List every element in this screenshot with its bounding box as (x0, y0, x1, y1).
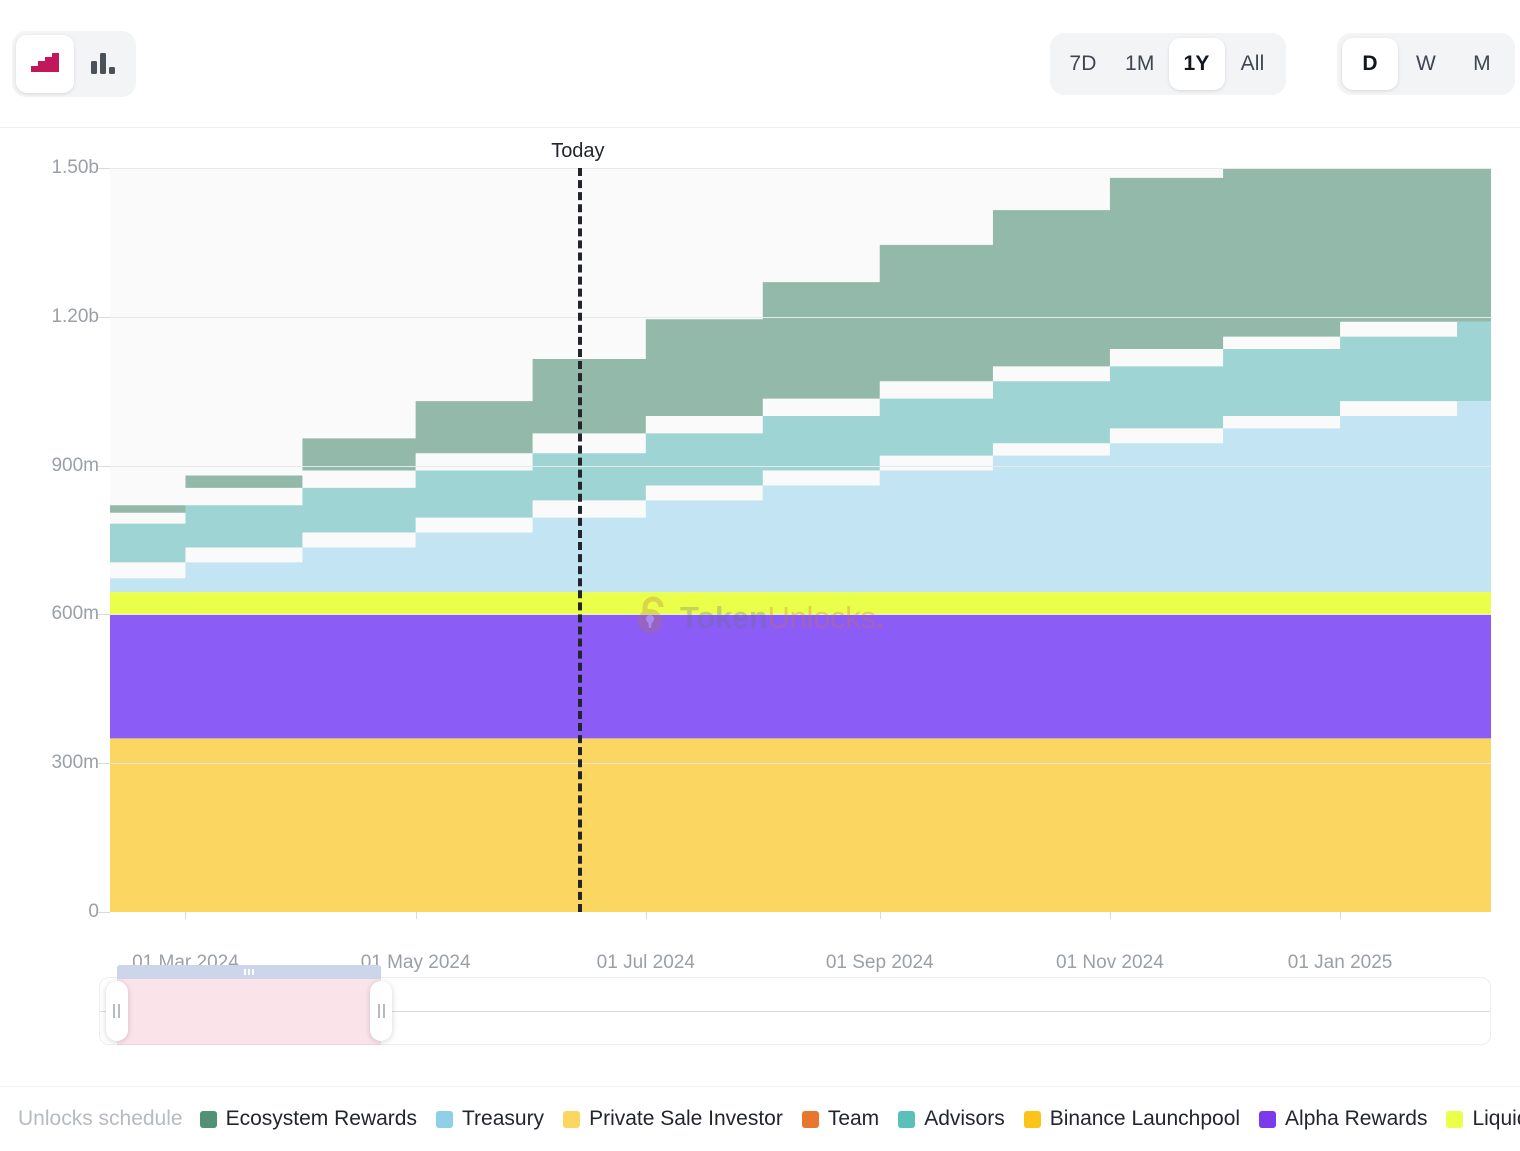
legend-label-team: Team (827, 1107, 880, 1130)
y-axis-tick-mark (98, 763, 110, 765)
legend-swatch-ecosystem-rewards (199, 1110, 217, 1128)
granularity-selector: D W M (1337, 33, 1515, 95)
gridline (110, 465, 1491, 467)
chart-legend: Unlocks schedule Ecosystem Rewards Treas… (0, 1086, 1520, 1151)
x-axis-tick-label: 01 Sep 2024 (825, 952, 934, 973)
bar-chart-toggle-button[interactable] (74, 35, 132, 93)
range-button-all[interactable]: All (1225, 38, 1281, 90)
y-axis-tick-mark (98, 614, 110, 616)
granularity-button-day[interactable]: D (1342, 38, 1398, 90)
slider-pan-grip[interactable] (116, 965, 382, 979)
gridline (110, 168, 1491, 169)
chart-type-toggle-group (12, 31, 136, 97)
legend-swatch-binance-launchpool (1023, 1110, 1041, 1128)
y-axis-tick-label: 600m (51, 603, 99, 625)
y-axis-tick-label: 900m (51, 454, 99, 476)
y-axis-tick-mark (98, 465, 110, 467)
legend-item-advisors[interactable]: Advisors (898, 1107, 1005, 1131)
y-axis-tick-label: 1.50b (51, 157, 99, 178)
legend-label-liquidity: Liquidity (1472, 1107, 1520, 1130)
x-axis-tick-label: 01 Nov 2024 (1056, 952, 1164, 973)
chart-toolbar: 7D 1M 1Y All D W M (0, 0, 1520, 128)
y-axis-tick-mark (98, 912, 110, 913)
x-axis-tick-mark (879, 912, 881, 919)
y-axis-tick-label: 1.20b (51, 305, 99, 327)
area-series-alpha-rewards (110, 614, 1491, 739)
legend-title: Unlocks schedule (18, 1107, 183, 1130)
legend-label-ecosystem-rewards: Ecosystem Rewards (225, 1107, 417, 1130)
y-axis-tick-mark (98, 316, 110, 318)
legend-item-private-sale-investor[interactable]: Private Sale Investor (563, 1107, 783, 1131)
chart-plot-area[interactable] (110, 168, 1491, 912)
legend-swatch-team (801, 1110, 819, 1128)
legend-label-binance-launchpool: Binance Launchpool (1049, 1107, 1241, 1130)
slider-handle-left[interactable] (105, 981, 128, 1041)
legend-item-alpha-rewards[interactable]: Alpha Rewards (1259, 1107, 1427, 1131)
x-axis-tick-mark (645, 912, 647, 919)
range-button-1m[interactable]: 1M (1111, 38, 1169, 90)
unlocks-chart: Today Chart in UTC + 00:00 Time 0300m600… (0, 128, 1520, 1151)
legend-swatch-liquidity (1446, 1110, 1464, 1128)
slider-selected-range[interactable] (116, 965, 382, 1045)
area-chart-toggle-button[interactable] (16, 35, 74, 93)
legend-label-treasury: Treasury (461, 1107, 545, 1130)
gridline (110, 316, 1491, 318)
range-button-7d[interactable]: 7D (1055, 38, 1111, 90)
x-axis-tick-label: 01 Jul 2024 (596, 952, 695, 973)
chart-range-slider[interactable] (99, 965, 1491, 1045)
legend-label-advisors: Advisors (924, 1107, 1005, 1130)
today-marker-line (577, 168, 582, 912)
y-axis-tick-mark (98, 168, 110, 169)
range-button-1y[interactable]: 1Y (1168, 38, 1225, 90)
x-axis-tick-label: 01 Jan 2025 (1287, 952, 1393, 973)
legend-swatch-alpha-rewards (1259, 1110, 1277, 1128)
slider-handle-right[interactable] (370, 981, 393, 1041)
gridline (110, 614, 1491, 616)
legend-swatch-advisors (898, 1110, 916, 1128)
x-axis-tick-mark (185, 912, 187, 919)
area-series-liquidity (110, 592, 1491, 615)
legend-item-liquidity[interactable]: Liquidity (1446, 1107, 1520, 1131)
legend-item-ecosystem-rewards[interactable]: Ecosystem Rewards (199, 1107, 417, 1131)
granularity-button-week[interactable]: W (1398, 38, 1454, 90)
legend-swatch-treasury (435, 1110, 453, 1128)
time-range-selector: 7D 1M 1Y All (1050, 33, 1286, 95)
legend-swatch-private-sale-investor (563, 1110, 581, 1128)
bar-chart-icon (89, 50, 117, 79)
stacked-area-series (110, 168, 1491, 912)
x-axis-tick-mark (1340, 912, 1342, 919)
today-marker-label: Today (551, 140, 605, 162)
legend-label-private-sale-investor: Private Sale Investor (589, 1107, 783, 1130)
area-chart-icon (30, 50, 60, 79)
granularity-button-month[interactable]: M (1454, 38, 1510, 90)
grip-dots-icon (243, 969, 254, 975)
x-axis-tick-mark (1109, 912, 1111, 919)
legend-item-treasury[interactable]: Treasury (435, 1107, 545, 1131)
area-series-private-sale-investor (110, 738, 1491, 912)
legend-item-binance-launchpool[interactable]: Binance Launchpool (1023, 1107, 1241, 1131)
gridline (110, 763, 1491, 765)
legend-item-team[interactable]: Team (801, 1107, 880, 1131)
legend-label-alpha-rewards: Alpha Rewards (1285, 1107, 1428, 1130)
y-axis-tick-label: 300m (51, 752, 99, 774)
x-axis-tick-mark (415, 912, 417, 919)
